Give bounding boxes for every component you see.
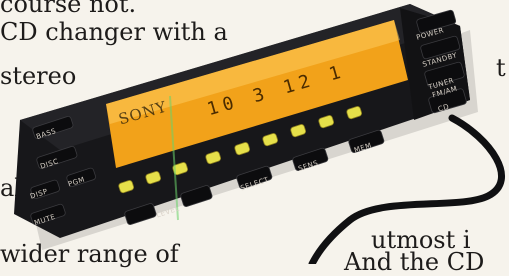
remote-photo [14,4,505,264]
